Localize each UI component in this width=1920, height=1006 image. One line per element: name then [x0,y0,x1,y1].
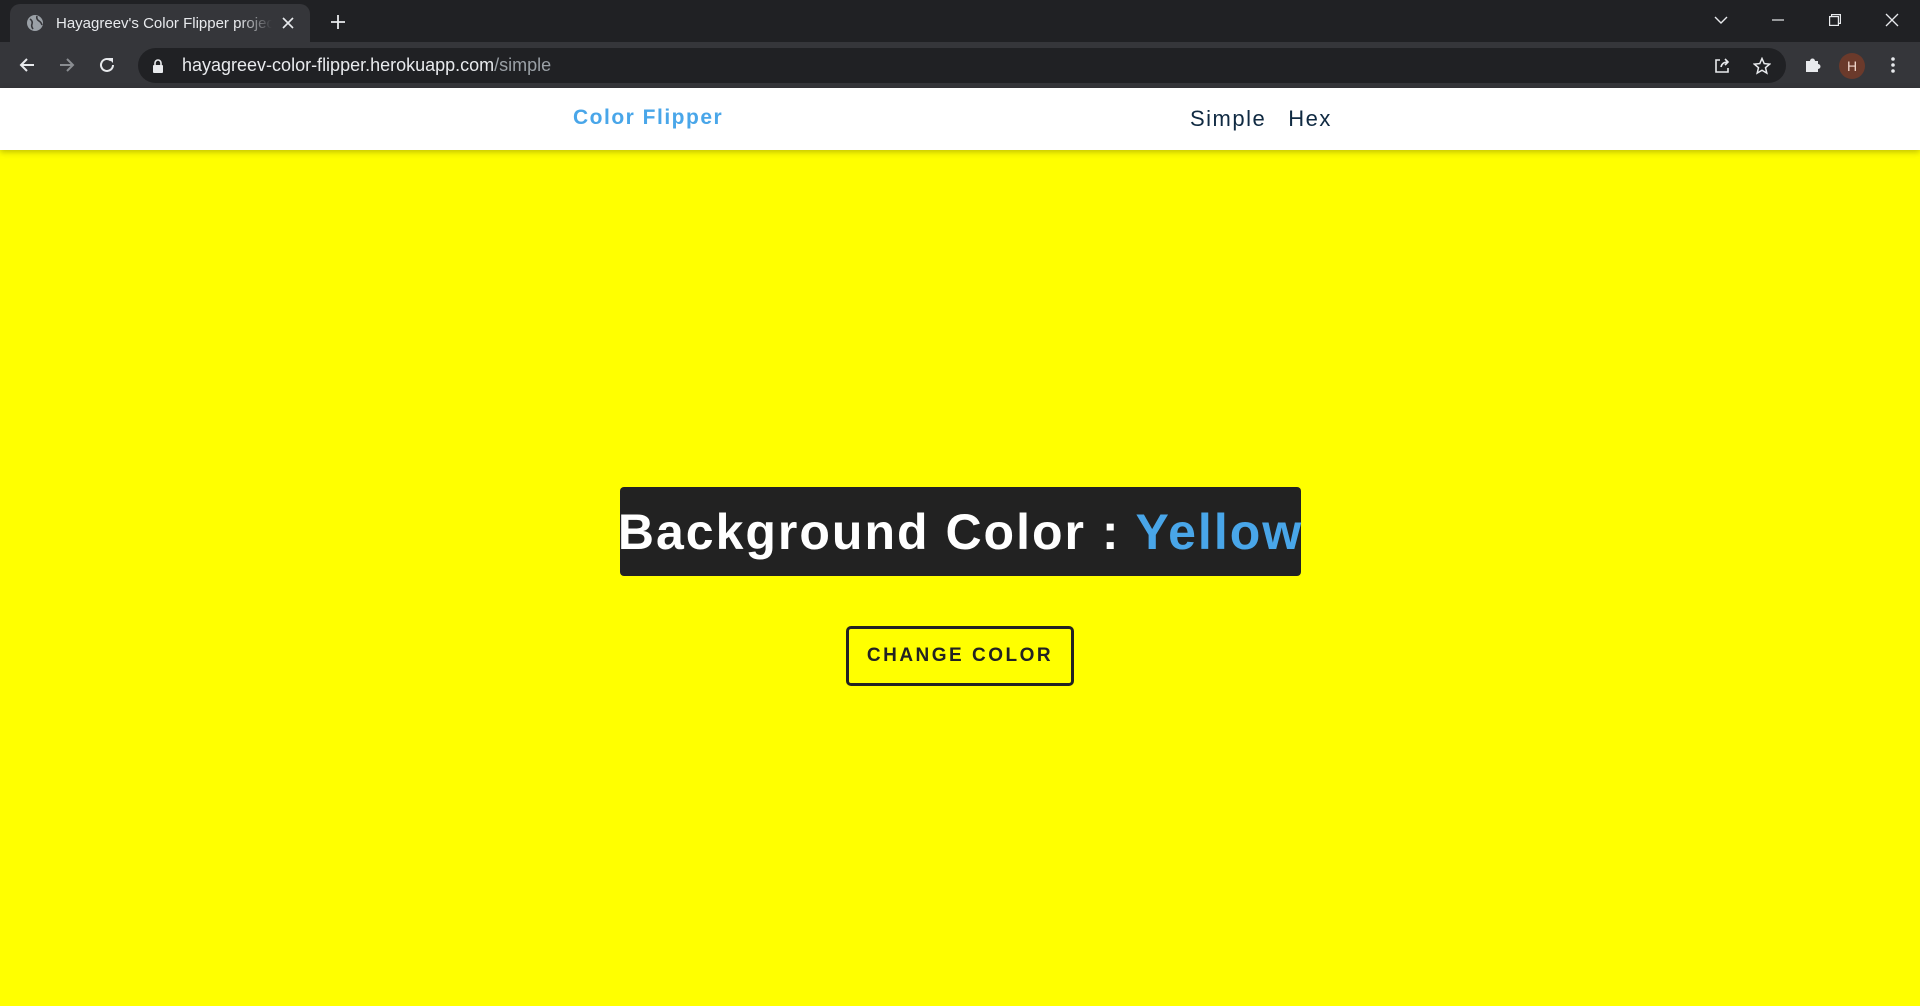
color-name: Yellow [1135,503,1304,560]
address-bar[interactable]: hayagreev-color-flipper.herokuapp.com/si… [138,48,1786,83]
share-icon[interactable] [1710,54,1734,78]
brand-logo[interactable]: Color Flipper [573,106,723,130]
browser-tab[interactable]: Hayagreev's Color Flipper project [10,4,310,42]
tab-strip: Hayagreev's Color Flipper project [0,0,1920,42]
star-icon[interactable] [1750,54,1774,78]
window-controls [1692,0,1920,40]
browser-toolbar: hayagreev-color-flipper.herokuapp.com/si… [0,42,1920,88]
change-color-button[interactable]: CHANGE COLOR [846,626,1074,686]
site-navbar: Color Flipper Simple Hex [0,88,1920,150]
globe-icon [26,14,44,32]
close-icon[interactable] [278,13,298,33]
avatar[interactable]: H [1839,53,1865,79]
reload-icon[interactable] [92,50,122,80]
nav-links: Simple Hex [1190,106,1332,132]
color-heading-box: Background Color : Yellow [618,487,1303,576]
nav-link-simple[interactable]: Simple [1190,106,1266,132]
puzzle-icon[interactable] [1800,52,1826,78]
lock-icon[interactable] [152,58,166,74]
kebab-menu-icon[interactable] [1880,52,1906,78]
minimize-icon[interactable] [1749,0,1806,40]
restore-icon[interactable] [1806,0,1863,40]
page-viewport: Color Flipper Simple Hex Background Colo… [0,88,1920,1006]
nav-link-hex[interactable]: Hex [1288,106,1332,132]
close-icon[interactable] [1863,0,1920,40]
arrow-right-icon[interactable] [52,50,82,80]
heading-prefix: Background Color : [617,503,1136,560]
url-text: hayagreev-color-flipper.herokuapp.com/si… [182,55,551,76]
url-path: /simple [494,55,552,75]
plus-icon[interactable] [326,10,350,34]
tab-title: Hayagreev's Color Flipper project [56,14,272,32]
url-domain: hayagreev-color-flipper.herokuapp.com [182,55,495,75]
chevron-down-icon[interactable] [1692,0,1749,40]
color-heading: Background Color : Yellow [618,503,1303,561]
arrow-left-icon[interactable] [12,50,42,80]
